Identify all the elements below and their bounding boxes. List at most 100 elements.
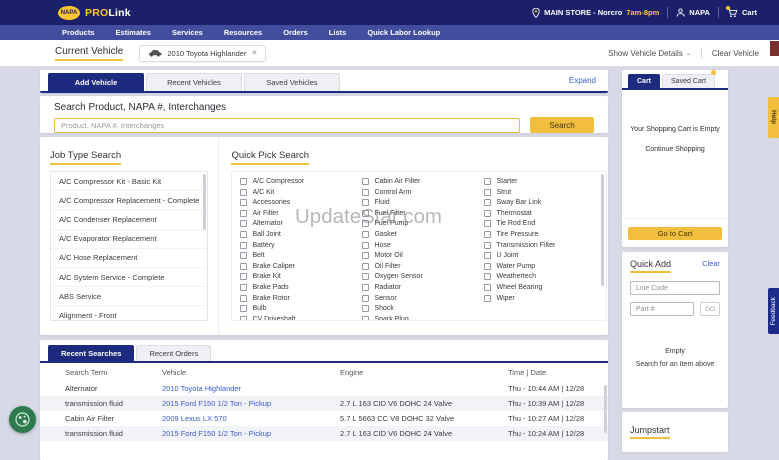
checkbox-icon[interactable] bbox=[484, 295, 491, 302]
user-menu[interactable]: NAPA bbox=[676, 8, 710, 17]
product-search-input[interactable] bbox=[54, 118, 520, 133]
quickpick-item-brake-rotor[interactable]: Brake Rotor bbox=[240, 295, 362, 302]
brand[interactable]: NAPA PROLink bbox=[58, 6, 131, 20]
job-type-item-a-c-compressor-replacement-complete[interactable]: A/C Compressor Replacement - Complete bbox=[51, 191, 207, 210]
quickpick-item-weathertech[interactable]: Weathertech bbox=[484, 273, 606, 280]
quickpick-item-accessories[interactable]: Accessories bbox=[240, 199, 362, 206]
quickpick-item-water-pump[interactable]: Water Pump bbox=[484, 263, 606, 270]
help-tab[interactable]: Help bbox=[768, 97, 779, 138]
tab-saved-vehicles[interactable]: Saved Vehicles bbox=[244, 73, 340, 91]
recent-tab-recent-searches[interactable]: Recent Searches bbox=[48, 345, 134, 361]
quickpick-item-wheel-bearing[interactable]: Wheel Bearing bbox=[484, 284, 606, 291]
checkbox-icon[interactable] bbox=[484, 199, 491, 206]
checkbox-icon[interactable] bbox=[240, 242, 247, 249]
quickpick-item-transmission-filter[interactable]: Transmission Filter bbox=[484, 242, 606, 249]
quickpick-item-battery[interactable]: Battery bbox=[240, 242, 362, 249]
quickpick-item-sensor[interactable]: Sensor bbox=[362, 295, 484, 302]
checkbox-icon[interactable] bbox=[362, 178, 369, 185]
quickpick-item-fuel-filter[interactable]: Fuel Filter bbox=[362, 210, 484, 217]
quickpick-item-thermostat[interactable]: Thermostat bbox=[484, 210, 606, 217]
job-type-item-a-c-condenser-replacement[interactable]: A/C Condenser Replacement bbox=[51, 210, 207, 229]
checkbox-icon[interactable] bbox=[240, 316, 247, 321]
checkbox-icon[interactable] bbox=[240, 189, 247, 196]
quickpick-item-belt[interactable]: Belt bbox=[240, 252, 362, 259]
quickpick-item-sway-bar-link[interactable]: Sway Bar Link bbox=[484, 199, 606, 206]
checkbox-icon[interactable] bbox=[362, 189, 369, 196]
quick-add-clear-link[interactable]: Clear bbox=[702, 259, 720, 268]
quickpick-item-strut[interactable]: Strut bbox=[484, 189, 606, 196]
nav-item-lists[interactable]: Lists bbox=[329, 28, 347, 37]
cell-vehicle-link[interactable]: 2015 Ford F150 1/2 Ton - Pickup bbox=[158, 396, 336, 411]
checkbox-icon[interactable] bbox=[484, 210, 491, 217]
job-type-item-a-c-system-service-complete[interactable]: A/C System Service - Complete bbox=[51, 268, 207, 287]
checkbox-icon[interactable] bbox=[240, 199, 247, 206]
quickpick-item-tire-pressure[interactable]: Tire Pressure bbox=[484, 231, 606, 238]
checkbox-icon[interactable] bbox=[362, 199, 369, 206]
checkbox-icon[interactable] bbox=[484, 242, 491, 249]
tab-recent-vehicles[interactable]: Recent Vehicles bbox=[146, 73, 242, 91]
quickpick-item-brake-pads[interactable]: Brake Pads bbox=[240, 284, 362, 291]
checkbox-icon[interactable] bbox=[484, 231, 491, 238]
nav-item-services[interactable]: Services bbox=[172, 28, 203, 37]
vehicle-chip[interactable]: 2010 Toyota Highlander ✕ bbox=[139, 45, 266, 62]
checkbox-icon[interactable] bbox=[240, 210, 247, 217]
checkbox-icon[interactable] bbox=[240, 220, 247, 227]
cell-vehicle-link[interactable]: 2009 Lexus LX 570 bbox=[158, 411, 336, 426]
checkbox-icon[interactable] bbox=[362, 273, 369, 280]
line-code-input[interactable] bbox=[630, 281, 720, 295]
checkbox-icon[interactable] bbox=[484, 263, 491, 270]
quickpick-item-control-arm[interactable]: Control Arm bbox=[362, 189, 484, 196]
quickpick-item-shock[interactable]: Shock bbox=[362, 305, 484, 312]
go-to-cart-button[interactable]: Go to Cart bbox=[628, 227, 722, 240]
checkbox-icon[interactable] bbox=[362, 210, 369, 217]
job-type-item-abs-service[interactable]: ABS Service bbox=[51, 287, 207, 306]
checkbox-icon[interactable] bbox=[362, 220, 369, 227]
checkbox-icon[interactable] bbox=[484, 220, 491, 227]
checkbox-icon[interactable] bbox=[240, 295, 247, 302]
checkbox-icon[interactable] bbox=[362, 305, 369, 312]
nav-item-quick-labor-lookup[interactable]: Quick Labor Lookup bbox=[367, 28, 440, 37]
feedback-tab[interactable]: Feedback bbox=[768, 288, 779, 334]
quickpick-item-fluid[interactable]: Fluid bbox=[362, 199, 484, 206]
job-type-item-a-c-hose-replacement[interactable]: A/C Hose Replacement bbox=[51, 249, 207, 268]
quickpick-item-tie-rod-end[interactable]: Tie Rod End bbox=[484, 220, 606, 227]
quickpick-item-air-filter[interactable]: Air Filter bbox=[240, 210, 362, 217]
quickpick-item-spark-plug[interactable]: Spark Plug bbox=[362, 316, 484, 321]
quickpick-item-ball-joint[interactable]: Ball Joint bbox=[240, 231, 362, 238]
nav-item-resources[interactable]: Resources bbox=[224, 28, 262, 37]
checkbox-icon[interactable] bbox=[484, 178, 491, 185]
quickpick-item-brake-caliper[interactable]: Brake Caliper bbox=[240, 263, 362, 270]
checkbox-icon[interactable] bbox=[240, 252, 247, 259]
job-type-item-a-c-compressor-kit-basic-kit[interactable]: A/C Compressor Kit - Basic Kit bbox=[51, 172, 207, 191]
checkbox-icon[interactable] bbox=[240, 231, 247, 238]
part-number-input[interactable] bbox=[630, 302, 694, 316]
cart-tab-saved-cart[interactable]: Saved Cart bbox=[662, 74, 715, 88]
checkbox-icon[interactable] bbox=[362, 316, 369, 321]
quickpick-item-bulb[interactable]: Bulb bbox=[240, 305, 362, 312]
checkbox-icon[interactable] bbox=[484, 189, 491, 196]
expand-link[interactable]: Expand bbox=[569, 76, 596, 85]
search-button[interactable]: Search bbox=[530, 117, 594, 133]
store-selector[interactable]: MAIN STORE - Norcro 7am-8pm bbox=[532, 8, 659, 18]
quickpick-item-cv-driveshaft[interactable]: CV Driveshaft bbox=[240, 316, 362, 321]
checkbox-icon[interactable] bbox=[240, 305, 247, 312]
nav-item-estimates[interactable]: Estimates bbox=[116, 28, 151, 37]
quickpick-item-starter[interactable]: Starter bbox=[484, 178, 606, 185]
quickpick-item-wiper[interactable]: Wiper bbox=[484, 295, 606, 302]
checkbox-icon[interactable] bbox=[362, 284, 369, 291]
checkbox-icon[interactable] bbox=[362, 242, 369, 249]
cart-tab-cart[interactable]: Cart bbox=[628, 74, 660, 88]
clear-vehicle-link[interactable]: Clear Vehicle bbox=[712, 49, 759, 58]
checkbox-icon[interactable] bbox=[362, 295, 369, 302]
job-type-item-a-c-evaporator-replacement[interactable]: A/C Evaporator Replacement bbox=[51, 230, 207, 249]
checkbox-icon[interactable] bbox=[362, 231, 369, 238]
checkbox-icon[interactable] bbox=[484, 252, 491, 259]
quickpick-item-alternator[interactable]: Alternator bbox=[240, 220, 362, 227]
checkbox-icon[interactable] bbox=[484, 284, 491, 291]
continue-shopping-link[interactable]: Continue Shopping bbox=[622, 146, 728, 153]
checkbox-icon[interactable] bbox=[362, 252, 369, 259]
tab-add-vehicle[interactable]: Add Vehicle bbox=[48, 73, 144, 91]
checkbox-icon[interactable] bbox=[240, 284, 247, 291]
nav-item-products[interactable]: Products bbox=[62, 28, 95, 37]
go-button[interactable]: GO bbox=[700, 302, 720, 316]
